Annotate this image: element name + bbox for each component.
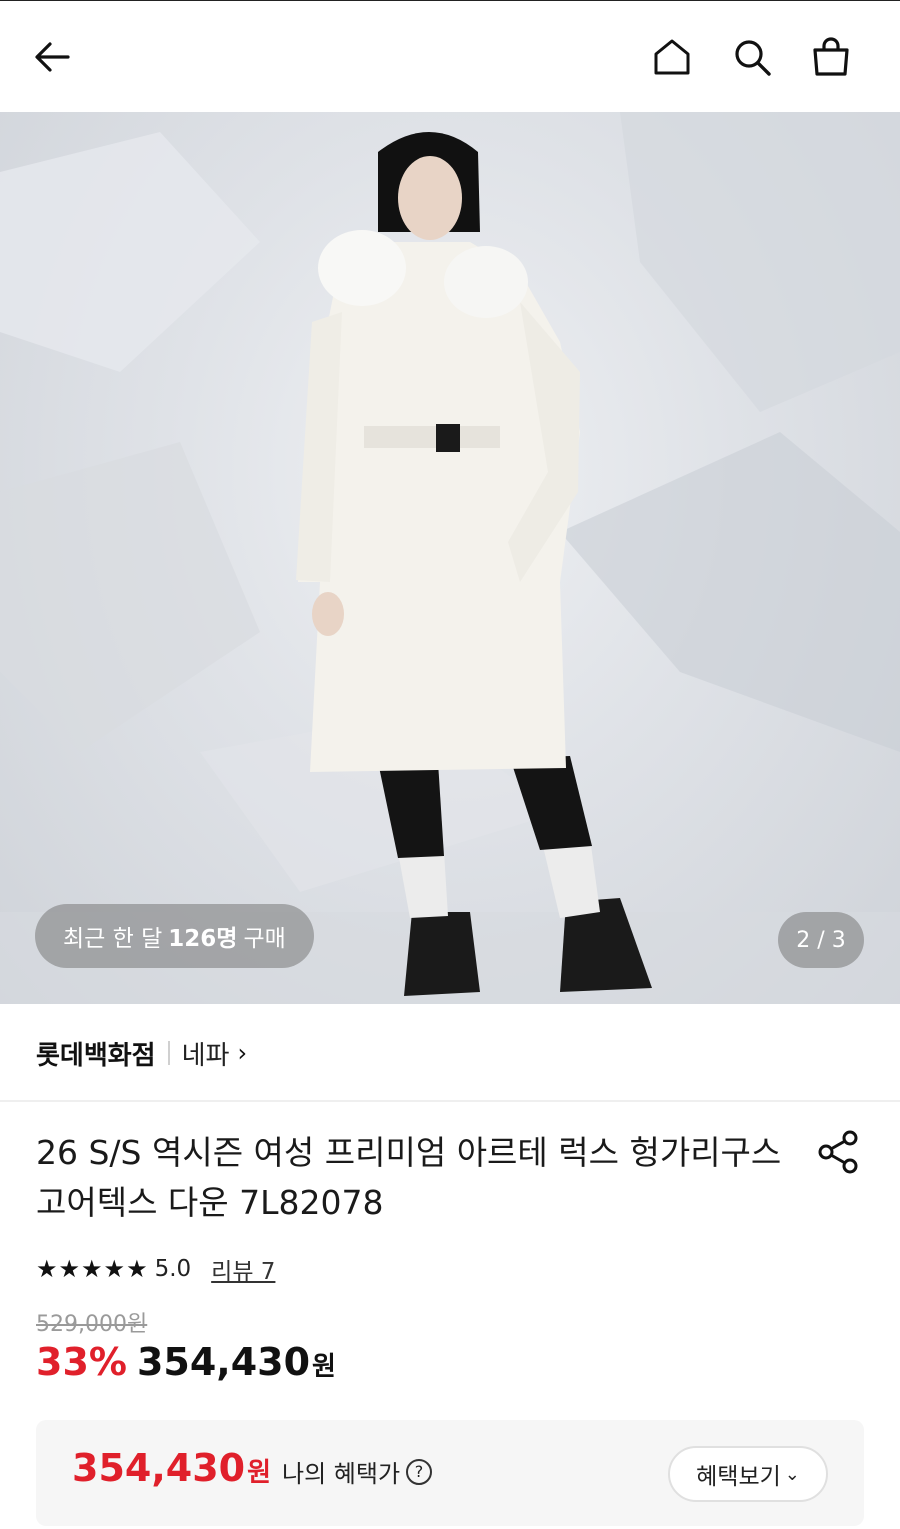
top-navigation-bar bbox=[0, 0, 900, 112]
star-rating-icon: ★★★★★ bbox=[36, 1255, 149, 1283]
discount-rate: 33% bbox=[36, 1340, 127, 1384]
benefit-price-currency: 원 bbox=[247, 1458, 271, 1488]
section-divider bbox=[0, 1100, 900, 1102]
product-image-gallery[interactable]: 최근 한 달 126명 구매 2 / 3 bbox=[0, 112, 900, 1004]
benefit-price: 354,430원 bbox=[72, 1446, 271, 1490]
purchase-count: 126명 bbox=[168, 926, 238, 952]
brand-divider bbox=[167, 1041, 170, 1065]
back-button[interactable] bbox=[26, 31, 78, 83]
chevron-right-icon: › bbox=[237, 1039, 248, 1067]
arrow-left-icon bbox=[35, 42, 70, 72]
share-icon bbox=[818, 1130, 858, 1174]
product-title: 26 S/S 역시즌 여성 프리미엄 아르테 럭스 헝가리구스 고어텍스 다운 … bbox=[36, 1133, 782, 1222]
benefit-label-text: 나의 혜택가 bbox=[282, 1460, 401, 1488]
image-page-indicator: 2 / 3 bbox=[778, 912, 864, 968]
benefit-price-box: 354,430원 나의 혜택가 ? 혜택보기 ⌄ bbox=[36, 1420, 864, 1526]
brand-link[interactable]: 네파 bbox=[182, 1035, 230, 1072]
benefit-price-value: 354,430 bbox=[72, 1446, 246, 1490]
cart-button[interactable] bbox=[805, 31, 857, 83]
original-price: 529,000원 bbox=[36, 1312, 148, 1337]
benefit-label: 나의 혜택가 ? bbox=[282, 1454, 433, 1489]
view-benefits-label: 혜택보기 bbox=[696, 1464, 781, 1490]
home-button[interactable] bbox=[646, 31, 698, 83]
help-icon[interactable]: ? bbox=[406, 1458, 433, 1485]
store-name[interactable]: 롯데백화점 bbox=[36, 1035, 156, 1072]
rating-row: ★★★★★ 5.0 리뷰 7 bbox=[36, 1250, 275, 1288]
purchase-prefix: 최근 한 달 bbox=[63, 926, 163, 952]
search-icon bbox=[735, 40, 771, 76]
purchase-suffix: 구매 bbox=[243, 926, 286, 952]
price-row: 33% 354,430 원 bbox=[36, 1340, 336, 1396]
home-icon bbox=[654, 39, 690, 75]
sale-price-currency: 원 bbox=[312, 1352, 336, 1382]
rating-value: 5.0 bbox=[154, 1256, 192, 1282]
view-benefits-button[interactable]: 혜택보기 ⌄ bbox=[668, 1446, 828, 1502]
brand-row: 롯데백화점 네파 › bbox=[36, 1030, 247, 1076]
product-photo bbox=[0, 112, 900, 1004]
share-button[interactable] bbox=[812, 1126, 864, 1178]
sale-price: 354,430 bbox=[136, 1340, 311, 1384]
recent-purchase-badge: 최근 한 달 126명 구매 bbox=[35, 904, 314, 968]
shopping-bag-icon bbox=[813, 37, 849, 76]
chevron-down-icon: ⌄ bbox=[784, 1463, 800, 1485]
search-button[interactable] bbox=[726, 31, 778, 83]
review-link[interactable]: 리뷰 7 bbox=[211, 1252, 275, 1286]
